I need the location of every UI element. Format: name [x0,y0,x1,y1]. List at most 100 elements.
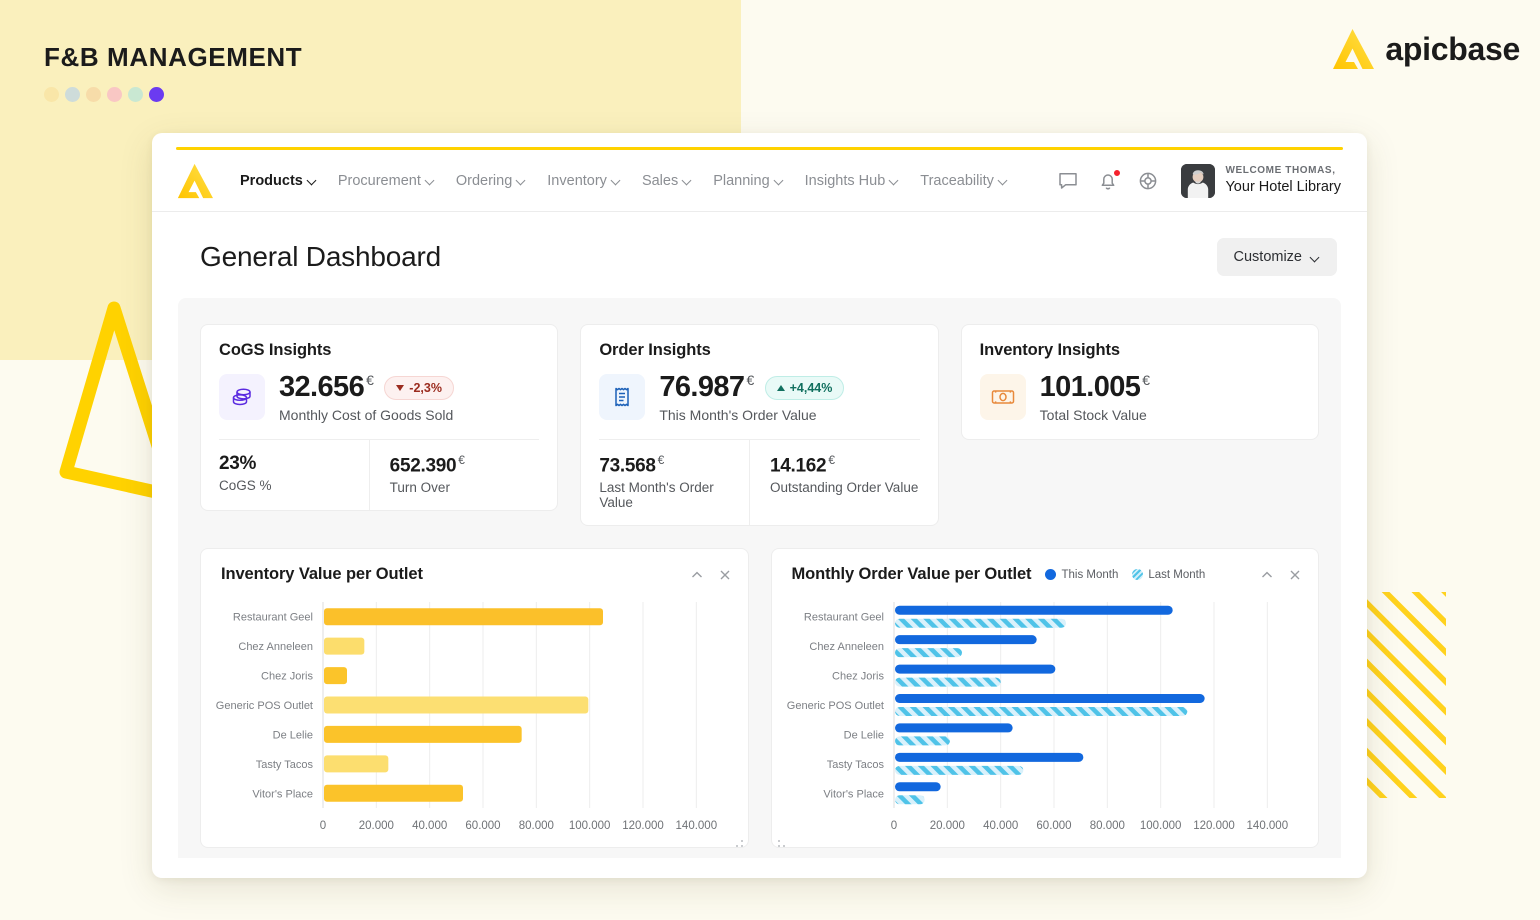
notification-bell-icon[interactable] [1097,168,1122,192]
resize-handle-icon[interactable] [735,835,744,848]
coins-stack-icon [219,374,265,421]
svg-text:100.000: 100.000 [569,820,611,832]
app-window: Products Procurement Ordering Inventory … [152,133,1367,878]
chevron-down-icon [612,176,621,185]
svg-text:140.000: 140.000 [676,820,718,832]
legend-item-this-month[interactable]: This Month [1045,569,1118,581]
welcome-label: WELCOME THOMAS, [1225,165,1336,177]
kpi-subtitle: This Month's Order Value [659,406,817,423]
chevron-down-icon [1311,253,1320,262]
svg-text:De Lelie: De Lelie [843,730,883,742]
customize-button-label: Customize [1233,249,1303,265]
avatar [1181,163,1216,198]
kpi-footer-metric: 73.568 € Last Month's Order Value [599,440,749,525]
nav-item-sales[interactable]: Sales [642,173,692,189]
chat-icon[interactable] [1057,170,1079,192]
kpi-footer-value: 23% [219,452,257,474]
nav-item-label: Inventory [547,172,607,189]
apicbase-brand: apicbase [1331,28,1520,70]
nav-item-procurement[interactable]: Procurement [338,173,435,189]
close-icon[interactable] [1288,568,1302,582]
chevron-down-icon [890,176,899,185]
nav-item-label: Procurement [337,172,421,189]
color-dot [107,87,122,102]
top-navigation-bar: Products Procurement Ordering Inventory … [152,150,1367,212]
legend-item-last-month[interactable]: Last Month [1132,569,1205,581]
close-icon[interactable] [718,568,732,582]
color-dots [44,87,164,102]
svg-text:Chez Joris: Chez Joris [261,671,313,683]
svg-text:Chez Anneleen: Chez Anneleen [809,641,884,653]
customize-button[interactable]: Customize [1216,238,1337,276]
nav-item-label: Insights Hub [804,172,886,189]
kpi-footer-value: 73.568 [599,455,656,477]
nav-item-planning[interactable]: Planning [713,173,783,189]
kpi-footer-value: 652.390 [389,455,457,477]
nav-item-inventory[interactable]: Inventory [547,173,621,189]
dashboard-content: CoGS Insights 32.656 € -2,3% Monthly Cos… [178,298,1341,858]
kpi-footer-metric: 23% CoGS % [219,440,369,510]
triangle-down-icon [396,384,405,391]
chevron-down-icon [999,176,1008,185]
triangle-up-icon [776,384,785,391]
svg-text:40.000: 40.000 [412,820,447,832]
status-badge-delta: +4,44% [764,375,845,400]
svg-text:Vitor's Place: Vitor's Place [823,789,884,801]
decorative-hatch-pattern [1352,592,1540,798]
notification-badge [1113,168,1122,177]
user-account-menu[interactable]: WELCOME THOMAS, Your Hotel Library [1181,163,1341,198]
color-dot [44,87,59,102]
chevron-down-icon [683,176,692,185]
svg-text:Vitor's Place: Vitor's Place [252,789,313,801]
page-header: F&B MANAGEMENT apicbase [0,0,1540,133]
kpi-footer-label: Last Month's Order Value [599,480,714,511]
delta-value: -2,3% [409,380,442,395]
currency-symbol: € [657,452,665,467]
page-title-row: General Dashboard Customize [152,212,1367,298]
chart-card-monthly-order-value-per-outlet: Monthly Order Value per Outlet This Mont… [770,548,1319,849]
status-badge-delta: -2,3% [384,375,454,400]
nav-item-products[interactable]: Products [240,173,317,189]
nav-item-label: Products [240,172,303,189]
kpi-card-order-insights: Order Insights 76.987 € +4,44% This Mont… [580,324,939,527]
svg-text:40.000: 40.000 [983,820,1018,832]
chevron-down-icon [775,176,784,185]
svg-text:Restaurant Geel: Restaurant Geel [803,612,883,624]
nav-item-traceability[interactable]: Traceability [920,173,1008,189]
svg-text:80.000: 80.000 [519,820,554,832]
nav-item-ordering[interactable]: Ordering [456,173,526,189]
chart-plot-area: Restaurant Geel Chez Anneleen Chez Joris Ge… [786,596,1303,847]
currency-symbol: € [828,452,835,467]
chart-row: Inventory Value per Outlet Restaurant Ge… [200,548,1319,849]
chevron-down-icon [517,176,526,185]
svg-text:20.000: 20.000 [929,820,964,832]
currency-symbol: € [366,372,374,389]
legend-swatch-solid [1045,569,1057,581]
svg-text:Tasty Tacos: Tasty Tacos [826,759,884,771]
color-dot [86,87,101,102]
color-dot [149,87,164,102]
currency-symbol: € [746,372,754,389]
chart-card-inventory-value-per-outlet: Inventory Value per Outlet Restaurant Ge… [200,548,749,849]
svg-text:Chez Joris: Chez Joris [832,671,884,683]
kpi-footer-metric: 652.390 € Turn Over [368,439,540,511]
nav-item-label: Traceability [920,172,994,189]
chevron-up-icon[interactable] [1260,568,1274,582]
resize-handle-icon[interactable] [777,835,786,848]
kpi-card-inventory-insights: Inventory Insights 101.005 € Total Stock… [960,324,1319,440]
currency-symbol: € [458,452,465,467]
kpi-value: 32.656 [279,371,365,403]
svg-text:60.000: 60.000 [1036,820,1071,832]
chart-legend: This Month Last Month [1045,569,1205,581]
kpi-footer-label: Outstanding Order Value [770,480,919,496]
kpi-card-title: CoGS Insights [219,341,332,359]
kpi-card-cogs-insights: CoGS Insights 32.656 € -2,3% Monthly Cos… [200,324,559,512]
nav-item-insights-hub[interactable]: Insights Hub [805,173,900,189]
apicbase-a-logo-icon[interactable] [176,163,214,199]
svg-text:Chez Anneleen: Chez Anneleen [238,641,313,653]
svg-text:Restaurant Geel: Restaurant Geel [233,612,313,624]
chevron-up-icon[interactable] [690,568,704,582]
nav-item-label: Planning [713,172,770,189]
svg-text:100.000: 100.000 [1139,820,1181,832]
lifebuoy-help-icon[interactable] [1137,170,1159,192]
